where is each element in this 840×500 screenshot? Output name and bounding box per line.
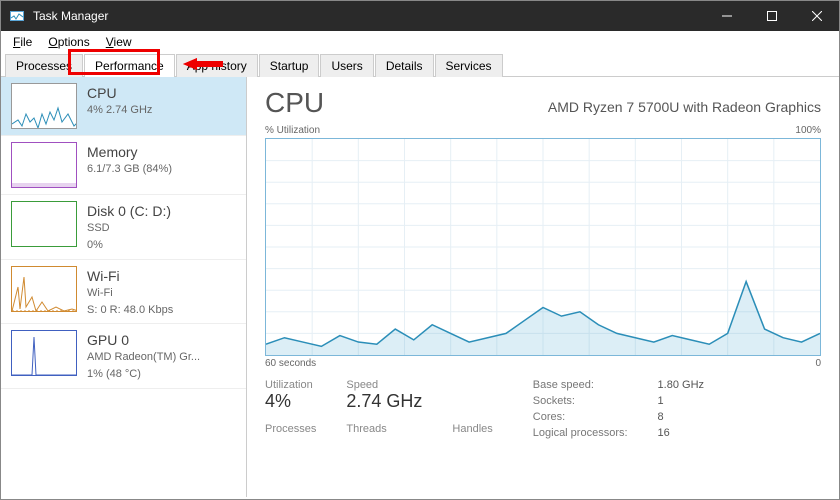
window-title: Task Manager <box>33 9 704 23</box>
cores-value: 8 <box>658 411 704 423</box>
tab-startup[interactable]: Startup <box>259 54 320 77</box>
gpu-thumb-icon <box>11 330 77 376</box>
sidebar-item-memory[interactable]: Memory 6.1/7.3 GB (84%) <box>1 136 246 195</box>
page-title: CPU <box>265 87 324 119</box>
chart-y-label: % Utilization <box>265 125 320 136</box>
menubar: File Options View <box>1 31 839 53</box>
menu-options[interactable]: Options <box>42 33 95 51</box>
sidebar-item-label: Disk 0 (C: D:) <box>87 203 171 219</box>
titlebar: Task Manager <box>1 1 839 31</box>
tab-performance[interactable]: Performance <box>84 54 175 77</box>
cpu-thumb-icon <box>11 83 77 129</box>
wifi-thumb-icon <box>11 266 77 312</box>
close-button[interactable] <box>794 1 839 31</box>
util-value: 4% <box>265 391 316 412</box>
annotation-arrow-icon <box>183 56 223 75</box>
maximize-button[interactable] <box>749 1 794 31</box>
handles-label: Handles <box>452 423 492 440</box>
sidebar-item-sub2: 1% (48 °C) <box>87 367 200 382</box>
chart-x-left: 60 seconds <box>265 358 316 369</box>
speed-label: Speed <box>346 379 422 391</box>
cores-label: Cores: <box>533 411 628 423</box>
app-icon <box>9 8 25 24</box>
sidebar-item-label: Memory <box>87 144 172 160</box>
speed-value: 2.74 GHz <box>346 391 422 412</box>
sidebar-item-sub2: 0% <box>87 238 171 253</box>
tab-services[interactable]: Services <box>435 54 503 77</box>
cpu-model-label: AMD Ryzen 7 5700U with Radeon Graphics <box>548 99 821 115</box>
sidebar-item-sub: Wi-Fi <box>87 286 173 301</box>
sidebar: CPU 4% 2.74 GHz Memory 6.1/7.3 GB (84%) … <box>1 77 247 497</box>
tab-details[interactable]: Details <box>375 54 434 77</box>
menu-view[interactable]: View <box>100 33 138 51</box>
chart-y-max: 100% <box>795 125 821 136</box>
sidebar-item-sub: AMD Radeon(TM) Gr... <box>87 350 200 365</box>
sidebar-item-cpu[interactable]: CPU 4% 2.74 GHz <box>1 77 246 136</box>
sidebar-item-label: CPU <box>87 85 152 101</box>
chart-x-right: 0 <box>815 358 821 369</box>
sidebar-item-sub: 6.1/7.3 GB (84%) <box>87 162 172 177</box>
sidebar-item-label: GPU 0 <box>87 332 200 348</box>
main-panel: CPU AMD Ryzen 7 5700U with Radeon Graphi… <box>247 77 839 497</box>
sidebar-item-sub: 4% 2.74 GHz <box>87 103 152 118</box>
menu-file[interactable]: File <box>7 33 38 51</box>
util-label: Utilization <box>265 379 316 391</box>
tab-users[interactable]: Users <box>320 54 373 77</box>
sidebar-item-sub2: S: 0 R: 48.0 Kbps <box>87 303 173 318</box>
sidebar-item-disk[interactable]: Disk 0 (C: D:) SSD 0% <box>1 195 246 260</box>
sidebar-item-label: Wi-Fi <box>87 268 173 284</box>
disk-thumb-icon <box>11 201 77 247</box>
logical-value: 16 <box>658 427 704 439</box>
cpu-chart <box>265 138 821 356</box>
minimize-button[interactable] <box>704 1 749 31</box>
tab-processes[interactable]: Processes <box>5 54 83 77</box>
memory-thumb-icon <box>11 142 77 188</box>
sidebar-item-sub: SSD <box>87 221 171 236</box>
threads-label: Threads <box>346 423 422 440</box>
base-speed-value: 1.80 GHz <box>658 379 704 391</box>
sockets-value: 1 <box>658 395 704 407</box>
base-speed-label: Base speed: <box>533 379 628 391</box>
tabstrip: Processes Performance App history Startu… <box>1 53 839 77</box>
sidebar-item-gpu[interactable]: GPU 0 AMD Radeon(TM) Gr... 1% (48 °C) <box>1 324 246 389</box>
logical-label: Logical processors: <box>533 427 628 439</box>
sidebar-item-wifi[interactable]: Wi-Fi Wi-Fi S: 0 R: 48.0 Kbps <box>1 260 246 325</box>
sockets-label: Sockets: <box>533 395 628 407</box>
processes-label: Processes <box>265 423 316 440</box>
